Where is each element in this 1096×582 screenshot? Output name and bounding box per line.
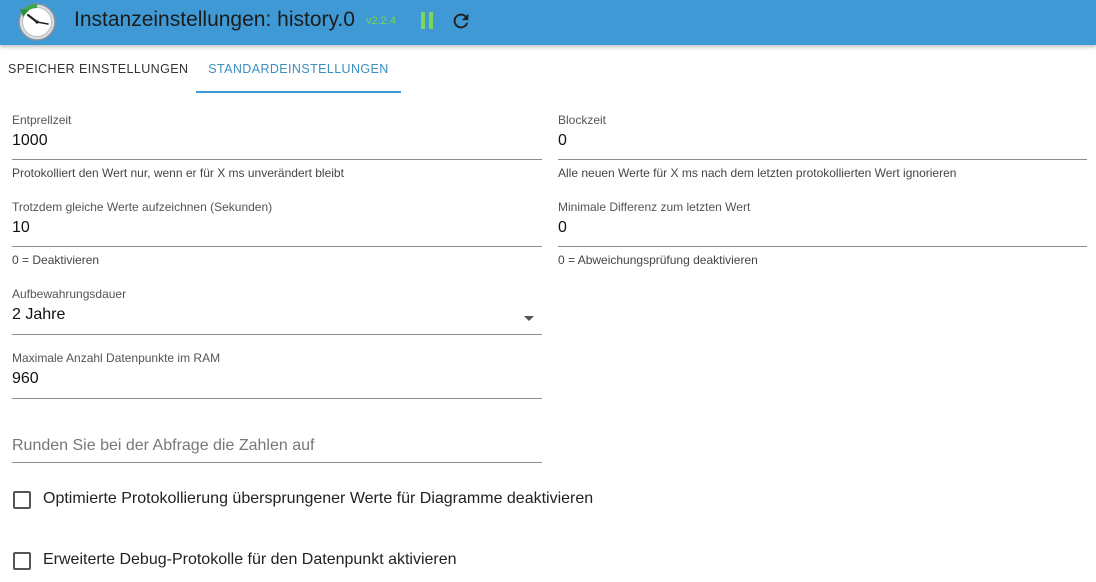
version-badge: v2.2.4 (366, 15, 396, 27)
runden-field[interactable]: Runden Sie bei der Abfrage die Zahlen au… (12, 437, 542, 463)
minimale-differenz-label: Minimale Differenz zum letzten Wert (558, 200, 751, 214)
debug-protokolle-checkbox[interactable] (13, 552, 31, 570)
aufbewahrungsdauer-label: Aufbewahrungsdauer (12, 287, 127, 301)
entprellzeit-field[interactable]: Entprellzeit 1000 Protokolliert den Wert… (12, 113, 542, 183)
minimale-differenz-helper: 0 = Abweichungsprüfung deaktivieren (558, 253, 758, 267)
minimale-differenz-underline (558, 246, 1087, 247)
blockzeit-helper: Alle neuen Werte für X ms nach dem letzt… (558, 166, 957, 180)
blockzeit-underline (558, 159, 1087, 160)
max-datenpunkte-ram-field[interactable]: Maximale Anzahl Datenpunkte im RAM 960 (12, 351, 542, 399)
tab-speicher-einstellungen[interactable]: SPEICHER EINSTELLUNGEN (0, 46, 196, 93)
dropdown-arrow-icon[interactable] (524, 316, 534, 321)
blockzeit-input[interactable]: 0 (558, 132, 567, 150)
history-clock-icon (18, 3, 56, 41)
blockzeit-field[interactable]: Blockzeit 0 Alle neuen Werte für X ms na… (558, 113, 1087, 183)
runden-input[interactable]: Runden Sie bei der Abfrage die Zahlen au… (12, 437, 314, 455)
optimierte-protokollierung-checkbox[interactable] (13, 491, 31, 509)
entprellzeit-underline (12, 159, 542, 160)
tab-standardeinstellungen[interactable]: STANDARDEINSTELLUNGEN (196, 46, 401, 93)
optimierte-protokollierung-label: Optimierte Protokollierung übersprungene… (43, 490, 594, 507)
checkbox-row-debug-protokolle[interactable]: Erweiterte Debug-Protokolle für den Date… (13, 551, 473, 571)
page-title: Instanzeinstellungen: history.0 (74, 8, 355, 31)
aufbewahrungsdauer-underline (12, 334, 542, 335)
blockzeit-label: Blockzeit (558, 113, 607, 127)
minimale-differenz-field[interactable]: Minimale Differenz zum letzten Wert 0 0 … (558, 200, 1087, 270)
aufbewahrungsdauer-select[interactable]: Aufbewahrungsdauer 2 Jahre (12, 287, 542, 335)
max-datenpunkte-ram-label: Maximale Anzahl Datenpunkte im RAM (12, 351, 221, 365)
pause-icon[interactable] (420, 12, 434, 29)
max-datenpunkte-ram-underline (12, 398, 542, 399)
reload-icon[interactable] (450, 10, 472, 32)
debug-protokolle-label: Erweiterte Debug-Protokolle für den Date… (43, 551, 457, 568)
runden-underline (12, 462, 542, 463)
trotzdem-gleiche-werte-underline (12, 246, 542, 247)
entprellzeit-helper: Protokolliert den Wert nur, wenn er für … (12, 166, 344, 180)
trotzdem-gleiche-werte-input[interactable]: 10 (12, 219, 30, 237)
checkbox-row-optimierte-protokollierung[interactable]: Optimierte Protokollierung übersprungene… (13, 490, 613, 510)
minimale-differenz-input[interactable]: 0 (558, 219, 567, 237)
aufbewahrungsdauer-value[interactable]: 2 Jahre (12, 306, 65, 324)
max-datenpunkte-ram-input[interactable]: 960 (12, 370, 39, 388)
app-header: Instanzeinstellungen: history.0 v2.2.4 (0, 0, 1096, 45)
trotzdem-gleiche-werte-field[interactable]: Trotzdem gleiche Werte aufzeichnen (Seku… (12, 200, 542, 270)
trotzdem-gleiche-werte-label: Trotzdem gleiche Werte aufzeichnen (Seku… (12, 200, 273, 214)
trotzdem-gleiche-werte-helper: 0 = Deaktivieren (12, 253, 100, 267)
active-tab-indicator (196, 91, 401, 93)
entprellzeit-input[interactable]: 1000 (12, 132, 48, 150)
entprellzeit-label: Entprellzeit (12, 113, 72, 127)
